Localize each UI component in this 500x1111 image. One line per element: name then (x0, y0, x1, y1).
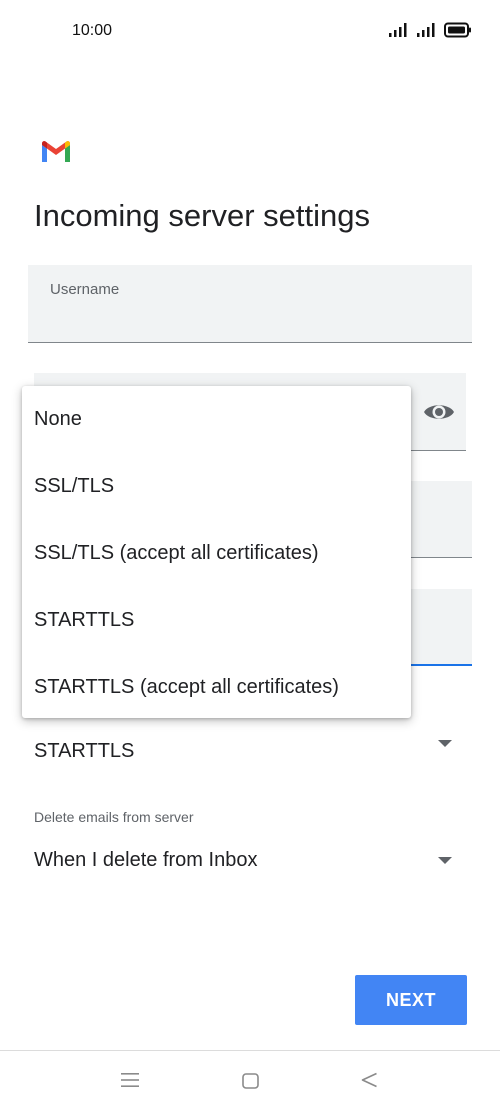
username-label: Username (50, 281, 120, 298)
menu-item-none[interactable]: None (22, 386, 411, 453)
menu-item-ssl-tls-accept-all[interactable]: SSL/TLS (accept all certificates) (22, 520, 411, 587)
chevron-down-icon[interactable] (438, 857, 452, 864)
security-type-select[interactable]: STARTTLS (34, 740, 134, 763)
page-title: Incoming server settings (34, 198, 370, 233)
username-field[interactable]: Username (28, 265, 472, 343)
delete-emails-label: Delete emails from server (34, 809, 194, 825)
menu-item-ssl-tls[interactable]: SSL/TLS (22, 453, 411, 520)
delete-emails-select[interactable]: When I delete from Inbox (34, 849, 257, 872)
home-icon[interactable] (242, 1073, 259, 1089)
signal-icon (417, 23, 435, 37)
next-button[interactable]: NEXT (355, 975, 467, 1025)
menu-item-starttls-accept-all[interactable]: STARTTLS (accept all certificates) (22, 654, 411, 721)
menu-item-starttls[interactable]: STARTTLS (22, 587, 411, 654)
battery-icon (444, 22, 471, 38)
status-icons (388, 22, 472, 38)
signal-icon (389, 23, 407, 37)
menu-icon[interactable] (121, 1072, 139, 1088)
back-icon[interactable] (361, 1072, 378, 1088)
nav-divider (0, 1050, 500, 1051)
chevron-down-icon[interactable] (438, 740, 452, 747)
status-time: 10:00 (72, 22, 113, 39)
gmail-icon (42, 141, 70, 162)
security-type-menu: None SSL/TLS SSL/TLS (accept all certifi… (22, 386, 411, 718)
eye-icon[interactable] (423, 398, 455, 426)
